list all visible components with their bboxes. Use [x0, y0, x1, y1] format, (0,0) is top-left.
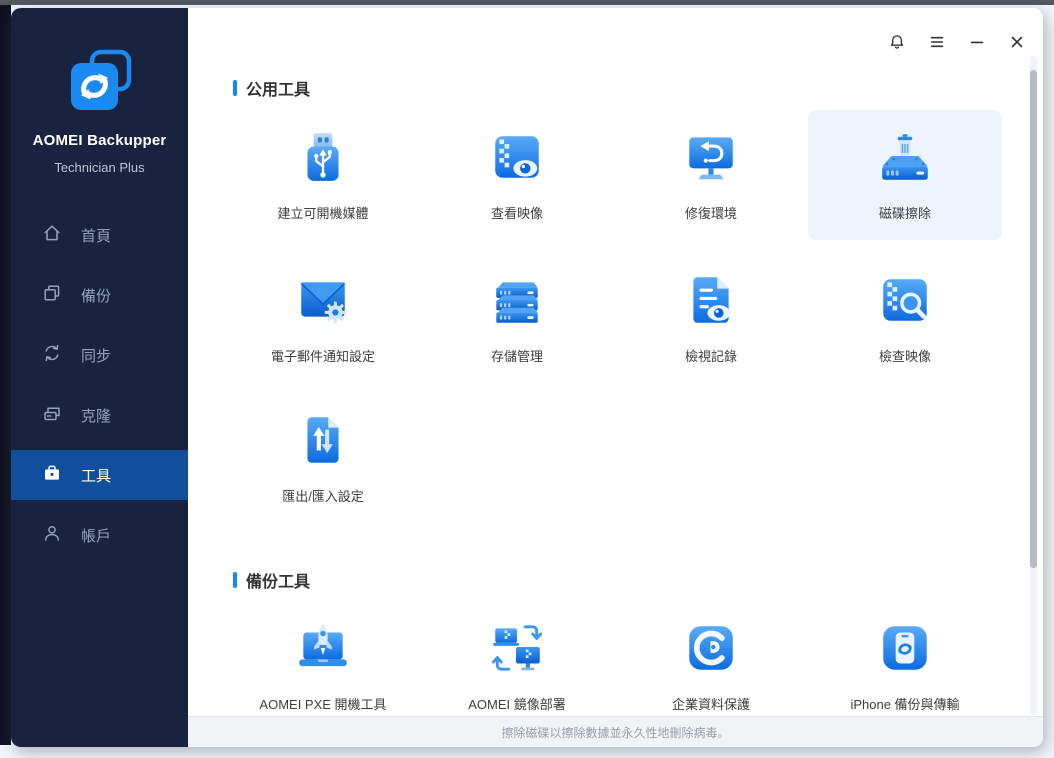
zip-eye-explore-image-icon	[488, 128, 546, 191]
server-stack-icon	[488, 271, 546, 334]
tool-pxe-boot[interactable]: AOMEI PXE 開機工具	[226, 601, 420, 731]
tool-row: AOMEI PXE 開機工具	[226, 601, 1002, 731]
tool-disk-wipe[interactable]: 磁碟擦除	[808, 110, 1002, 240]
laptop-rocket-pxe-icon	[294, 619, 352, 682]
tool-recovery-environment[interactable]: 修復環境	[614, 110, 808, 240]
sidebar-item-backup[interactable]: 備份	[11, 265, 188, 325]
tool-label: 建立可開機媒體	[277, 203, 368, 222]
mail-gear-icon	[294, 271, 352, 334]
toolbox-icon	[42, 463, 62, 487]
section-accent-bar	[233, 80, 237, 96]
section-title: 備份工具	[246, 568, 310, 592]
cyber-backup-icon	[682, 619, 740, 682]
tool-email-notification[interactable]: 電子郵件通知設定	[226, 253, 420, 383]
tool-view-logs[interactable]: 檢視記錄	[614, 253, 808, 383]
background-left-edge	[0, 5, 11, 745]
monitor-restore-icon	[682, 128, 740, 191]
sidebar-item-label: 首頁	[81, 225, 111, 246]
section-header-backup-tools: 備份工具	[233, 568, 310, 592]
tool-label: iPhone 備份與傳輸	[850, 694, 959, 713]
iphone-sync-icon	[876, 619, 934, 682]
notification-bell-icon[interactable]	[887, 32, 907, 52]
home-icon	[42, 223, 62, 247]
section-header-common-tools: 公用工具	[233, 76, 310, 100]
sync-arrows-logo-icon	[67, 48, 133, 119]
menu-icon[interactable]	[927, 32, 947, 52]
clone-icon	[42, 403, 62, 427]
section-title: 公用工具	[246, 76, 310, 100]
status-text: 擦除磁碟以擦除數據並永久性地刪除病毒。	[501, 724, 729, 741]
zip-magnifier-check-icon	[876, 271, 934, 334]
tool-row: 匯出/匯入設定	[226, 393, 420, 523]
tool-label: AOMEI 鏡像部署	[468, 694, 566, 713]
tool-explore-image[interactable]: 查看映像	[420, 110, 614, 240]
close-icon[interactable]	[1007, 32, 1027, 52]
background-top-edge	[0, 0, 1054, 5]
document-eye-log-icon	[682, 271, 740, 334]
tool-label: 修復環境	[685, 203, 737, 222]
image-deploy-icon	[488, 619, 546, 682]
tool-iphone-backup-transfer[interactable]: iPhone 備份與傳輸	[808, 601, 1002, 731]
backup-copy-icon	[42, 283, 62, 307]
tool-label: 磁碟擦除	[879, 203, 931, 222]
tool-import-export-settings[interactable]: 匯出/匯入設定	[226, 393, 420, 523]
tool-image-deploy[interactable]: AOMEI 鏡像部署	[420, 601, 614, 731]
brand-block: AOMEI Backupper Technician Plus	[11, 8, 188, 175]
sidebar-item-sync[interactable]: 同步	[11, 325, 188, 385]
tool-label: 查看映像	[491, 203, 543, 222]
sidebar-item-tools[interactable]: 工具	[11, 450, 188, 500]
sidebar-item-clone[interactable]: 克隆	[11, 385, 188, 445]
sync-icon	[42, 343, 62, 367]
tool-label: 存儲管理	[491, 346, 543, 365]
sidebar-item-label: 同步	[81, 345, 111, 366]
sidebar-item-home[interactable]: 首頁	[11, 205, 188, 265]
sidebar-item-label: 工具	[81, 465, 111, 486]
tool-row: 建立可開機媒體 查看映像	[226, 110, 1002, 240]
tool-row: 電子郵件通知設定	[226, 253, 1002, 383]
main-content: 公用工具	[188, 8, 1043, 747]
section-accent-bar	[233, 572, 237, 588]
app-window: AOMEI Backupper Technician Plus 首頁	[11, 8, 1043, 747]
disk-wipe-trash-icon	[876, 128, 934, 191]
tool-label: AOMEI PXE 開機工具	[259, 694, 386, 713]
status-bar: 擦除磁碟以擦除數據並永久性地刪除病毒。	[188, 716, 1043, 747]
app-edition: Technician Plus	[11, 160, 188, 175]
tool-label: 檢視記錄	[685, 346, 737, 365]
tool-label: 檢查映像	[879, 346, 931, 365]
tool-create-bootable-media[interactable]: 建立可開機媒體	[226, 110, 420, 240]
sidebar: AOMEI Backupper Technician Plus 首頁	[11, 8, 188, 747]
tool-label: 匯出/匯入設定	[282, 486, 364, 505]
minimize-icon[interactable]	[967, 32, 987, 52]
usb-bootable-media-icon	[294, 128, 352, 191]
app-title: AOMEI Backupper	[11, 132, 188, 149]
titlebar-controls	[887, 32, 1027, 52]
tool-enterprise-data-protection[interactable]: 企業資料保護	[614, 601, 808, 731]
tool-label: 企業資料保護	[672, 694, 750, 713]
sidebar-item-label: 備份	[81, 285, 111, 306]
tool-storage-management[interactable]: 存儲管理	[420, 253, 614, 383]
scrollbar-thumb[interactable]	[1030, 70, 1037, 568]
sidebar-item-label: 帳戶	[81, 525, 111, 546]
sidebar-item-account[interactable]: 帳戶	[11, 505, 188, 565]
tool-label: 電子郵件通知設定	[271, 346, 375, 365]
account-icon	[42, 523, 62, 547]
sidebar-item-label: 克隆	[81, 405, 111, 426]
sidebar-nav: 首頁 備份 同步	[11, 205, 188, 565]
import-export-icon	[294, 411, 352, 474]
tool-check-image[interactable]: 檢查映像	[808, 253, 1002, 383]
